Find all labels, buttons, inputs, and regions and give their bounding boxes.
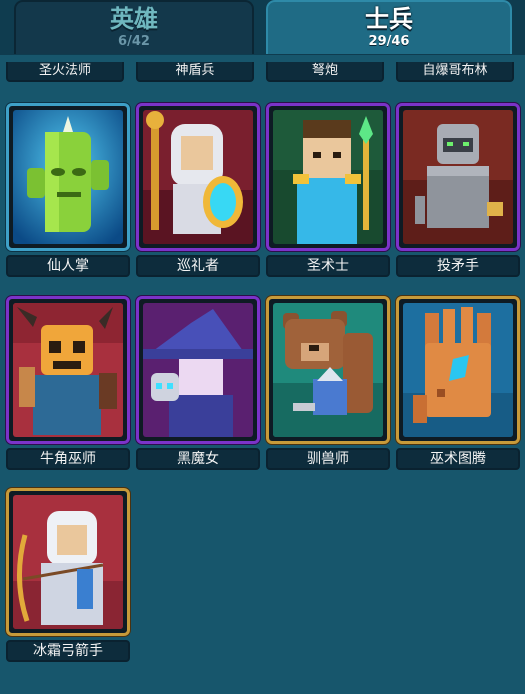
card-frame xyxy=(266,296,390,444)
cactus-icon xyxy=(13,110,123,244)
dark-witch-icon xyxy=(143,303,253,437)
troop-card-grid: 仙人掌 巡礼者 圣术士 投矛手 牛角巫师 黑魔女 驯兽师 巫术图腾 冰霜弓箭手 xyxy=(0,0,525,694)
card-frame xyxy=(6,296,130,444)
spear-thrower-icon xyxy=(403,110,513,244)
card-label: 牛角巫师 xyxy=(6,448,130,470)
card-frame xyxy=(266,103,390,251)
card-label: 投矛手 xyxy=(396,255,520,277)
troop-card-frost-archer[interactable]: 冰霜弓箭手 xyxy=(6,488,130,666)
card-label: 仙人掌 xyxy=(6,255,130,277)
card-label: 巫术图腾 xyxy=(396,448,520,470)
troop-card-sorcerer[interactable]: 圣术士 xyxy=(266,103,390,281)
troop-card-spear-thrower[interactable]: 投矛手 xyxy=(396,103,520,281)
card-label: 冰霜弓箭手 xyxy=(6,640,130,662)
troop-card-pilgrim[interactable]: 巡礼者 xyxy=(136,103,260,281)
troop-card-beast-tamer[interactable]: 驯兽师 xyxy=(266,296,390,474)
troop-card-dark-witch[interactable]: 黑魔女 xyxy=(136,296,260,474)
card-frame xyxy=(136,103,260,251)
troop-card-cactus[interactable]: 仙人掌 xyxy=(6,103,130,281)
beast-tamer-icon xyxy=(273,303,383,437)
troop-card-horned-shaman[interactable]: 牛角巫师 xyxy=(6,296,130,474)
card-frame xyxy=(6,488,130,636)
frost-archer-icon xyxy=(13,495,123,629)
troop-card-voodoo-totem[interactable]: 巫术图腾 xyxy=(396,296,520,474)
card-frame xyxy=(396,103,520,251)
horned-shaman-icon xyxy=(13,303,123,437)
card-label: 黑魔女 xyxy=(136,448,260,470)
card-label: 巡礼者 xyxy=(136,255,260,277)
card-frame xyxy=(136,296,260,444)
voodoo-totem-icon xyxy=(403,303,513,437)
card-label: 圣术士 xyxy=(266,255,390,277)
sorcerer-icon xyxy=(273,110,383,244)
card-frame xyxy=(6,103,130,251)
card-label: 驯兽师 xyxy=(266,448,390,470)
card-frame xyxy=(396,296,520,444)
pilgrim-icon xyxy=(143,110,253,244)
